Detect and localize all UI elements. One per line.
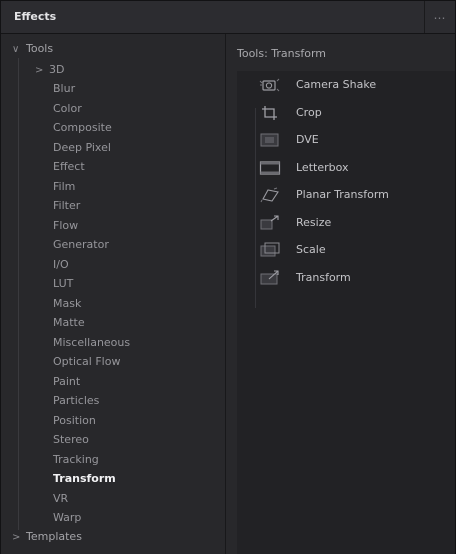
tree-item-label: Deep Pixel (53, 140, 111, 154)
tool-item-scale[interactable]: Scale (259, 238, 449, 266)
tool-guide-line (255, 108, 256, 308)
chevron-down-icon: ∨ (12, 44, 20, 55)
panel-title: Effects (14, 10, 57, 23)
effects-panel: Effects … ∨ Tools >3D Blur Color Composite De… (0, 0, 456, 554)
tool-item-label: Camera Shake (296, 78, 377, 91)
tool-item-label: Transform (296, 270, 351, 284)
tree-item-label: Mask (53, 296, 82, 310)
tool-item-transform[interactable]: Transform (259, 266, 449, 294)
tree-item-film[interactable]: Film (53, 177, 75, 197)
tree-item-label: I/O (53, 257, 69, 271)
tree-item-matte[interactable]: Matte (53, 313, 85, 333)
tree-item-label: Filter (53, 199, 81, 212)
tree-item-composite[interactable]: Composite (53, 118, 112, 138)
tool-item-dve[interactable]: DVE (259, 128, 449, 156)
tree-item-label: Templates (26, 530, 82, 543)
tree-guide-line (18, 58, 19, 530)
tree-item-vr[interactable]: VR (53, 489, 68, 509)
tree-item-filter[interactable]: Filter (53, 196, 80, 216)
tree-item-label: Miscellaneous (53, 335, 131, 349)
tool-item-label: Scale (296, 243, 326, 256)
tool-item-label: Resize (296, 215, 332, 229)
panel-header: Effects … (1, 1, 455, 34)
tree-item-label: Blur (53, 82, 76, 95)
tree-item-label: Warp (53, 511, 82, 524)
tree-item-blur[interactable]: Blur (53, 79, 75, 99)
tree-item-transform[interactable]: Transform (53, 469, 116, 489)
tree-item-paint[interactable]: Paint (53, 372, 80, 392)
tree-item-lut[interactable]: LUT (53, 274, 73, 294)
tree-item-label: Color (53, 101, 82, 115)
dve-icon (259, 132, 281, 148)
tree-item-i-o[interactable]: I/O (53, 255, 69, 275)
tree-item-miscellaneous[interactable]: Miscellaneous (53, 333, 130, 353)
tool-item-label: Letterbox (296, 160, 349, 174)
tool-item-label: DVE (296, 133, 319, 146)
tree-item-label: Stereo (53, 433, 89, 446)
tree-item-stereo[interactable]: Stereo (53, 430, 89, 450)
tree-item-warp[interactable]: Warp (53, 508, 81, 528)
tree-item-templates[interactable]: > Templates (12, 527, 82, 547)
tree-item-particles[interactable]: Particles (53, 391, 99, 411)
tree-item-label: 3D (49, 62, 65, 76)
tree-item-position[interactable]: Position (53, 411, 96, 431)
tree-item-label: Paint (53, 374, 81, 388)
tree-item-color[interactable]: Color (53, 99, 82, 119)
camera-shake-icon (259, 77, 281, 93)
tree-item-label: Effect (53, 160, 85, 173)
content-title: Tools: Transform (237, 47, 327, 60)
tool-item-crop[interactable]: Crop (259, 101, 449, 129)
tool-item-label: Crop (296, 105, 322, 119)
scale-icon (259, 242, 281, 258)
letterbox-icon (259, 160, 281, 176)
tree-item-deep-pixel[interactable]: Deep Pixel (53, 138, 111, 158)
tree-item-flow[interactable]: Flow (53, 216, 78, 236)
tree-item-label: LUT (53, 277, 74, 290)
tree-item-label: Optical Flow (53, 355, 121, 368)
tree-item-generator[interactable]: Generator (53, 235, 109, 255)
tree-item-label: Transform (53, 472, 116, 485)
resize-icon (259, 214, 281, 231)
chevron-right-icon: > (12, 532, 21, 543)
tree-item-mask[interactable]: Mask (53, 294, 81, 314)
tree-item-label: Generator (53, 238, 109, 251)
tree-item-label: Tools (26, 42, 54, 55)
planar-transform-icon (259, 187, 281, 203)
tree-item-label: Position (53, 413, 96, 427)
tree-item-label: VR (53, 491, 69, 505)
tool-item-planar-transform[interactable]: Planar Transform (259, 183, 449, 211)
transform-icon (259, 269, 281, 286)
tree-item-label: Flow (53, 218, 79, 232)
tool-item-resize[interactable]: Resize (259, 211, 449, 239)
crop-icon (259, 105, 281, 121)
tree-item-optical-flow[interactable]: Optical Flow (53, 352, 120, 372)
tools-content: Tools: Transform Camera Shake Crop DVE Lett… (226, 34, 455, 554)
tree-item-label: Matte (53, 316, 85, 329)
tree-item-label: Film (53, 179, 76, 193)
tree-item-tracking[interactable]: Tracking (53, 450, 99, 470)
tool-list: Camera Shake Crop DVE Letterbox Planar Trans… (237, 71, 455, 554)
panel-options-menu-icon[interactable]: … (424, 1, 455, 33)
tree-item-3d[interactable]: >3D (35, 60, 64, 80)
tree-item-tools[interactable]: ∨ Tools (12, 39, 53, 59)
chevron-right-icon: > (35, 64, 44, 76)
effects-tree: ∨ Tools >3D Blur Color Composite Deep Pixel Ef… (1, 34, 226, 554)
tool-item-letterbox[interactable]: Letterbox (259, 156, 449, 184)
tree-item-effect[interactable]: Effect (53, 157, 85, 177)
tree-item-label: Particles (53, 394, 100, 407)
tree-item-label: Tracking (53, 452, 99, 466)
tool-item-label: Planar Transform (296, 188, 389, 201)
tree-item-label: Composite (53, 121, 112, 134)
tool-item-camera-shake[interactable]: Camera Shake (259, 73, 449, 101)
